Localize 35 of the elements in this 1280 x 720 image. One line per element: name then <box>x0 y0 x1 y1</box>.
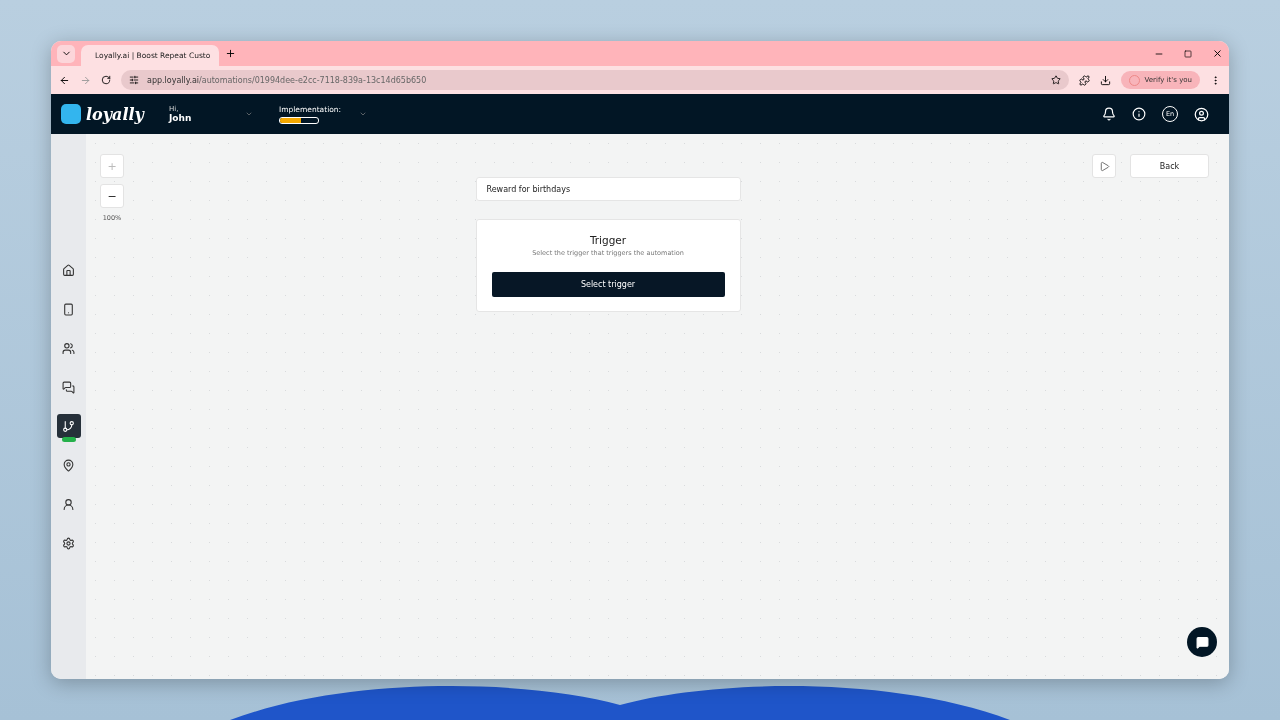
phone-icon <box>62 302 75 316</box>
chat-icon <box>1195 635 1209 649</box>
chevron-down-icon[interactable] <box>359 110 367 118</box>
settings-icon <box>62 536 75 550</box>
download-icon[interactable] <box>1099 74 1111 86</box>
users-icon <box>62 341 75 355</box>
automation-name-field[interactable]: Reward for birthdays <box>475 177 741 201</box>
extensions-icon[interactable] <box>1078 74 1090 86</box>
close-icon[interactable] <box>1212 48 1223 59</box>
address-bar[interactable]: app.loyally.ai/automations/01994dee-e2cc-7118-839a-13c14d65b650 <box>121 70 1069 90</box>
logo-icon <box>61 104 81 124</box>
site-settings-icon <box>129 75 139 85</box>
notifications-icon[interactable] <box>1102 107 1116 121</box>
chevron-down-icon[interactable] <box>245 110 253 118</box>
back-button[interactable]: Back <box>1130 154 1209 178</box>
branch-icon <box>62 419 75 433</box>
chat-bubbles-icon <box>62 380 75 394</box>
logo-text: loyally <box>86 104 144 124</box>
back-icon[interactable] <box>59 74 70 86</box>
play-icon <box>1098 160 1110 172</box>
zoom-out-button[interactable]: − <box>100 184 124 208</box>
map-pin-icon <box>62 458 75 472</box>
user-icon <box>62 497 75 511</box>
new-tab-icon[interactable] <box>225 48 236 59</box>
chat-button[interactable] <box>1187 627 1217 657</box>
user-name: John <box>169 113 193 123</box>
play-button[interactable] <box>1092 154 1116 178</box>
account-icon[interactable] <box>1194 106 1209 122</box>
select-trigger-button[interactable]: Select trigger <box>491 272 725 297</box>
reload-icon[interactable] <box>101 75 111 85</box>
info-icon[interactable] <box>1132 107 1146 121</box>
card-title: Trigger <box>589 234 627 246</box>
home-icon <box>62 263 75 277</box>
maximize-icon[interactable] <box>1184 49 1192 58</box>
star-icon <box>1050 75 1061 85</box>
